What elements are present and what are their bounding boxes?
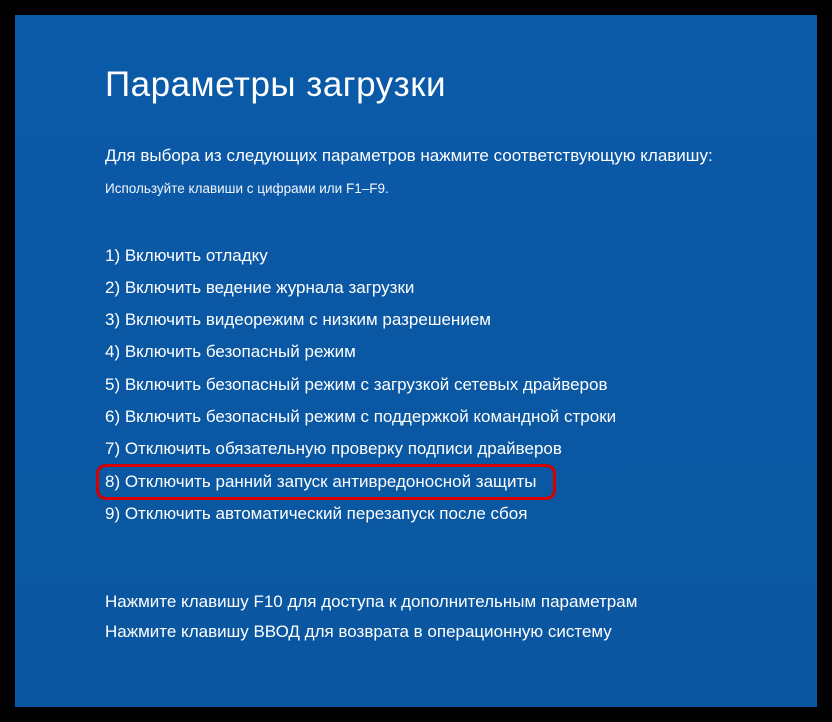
boot-option-9[interactable]: 9) Отключить автоматический перезапуск п… [105,498,727,530]
footer-line-2: Нажмите клавишу ВВОД для возврата в опер… [105,617,727,647]
footer-line-1: Нажмите клавишу F10 для доступа к дополн… [105,587,727,617]
boot-option-2[interactable]: 2) Включить ведение журнала загрузки [105,272,727,304]
subtitle-text: Для выбора из следующих параметров нажми… [105,143,727,169]
boot-option-1[interactable]: 1) Включить отладку [105,240,727,272]
boot-option-6[interactable]: 6) Включить безопасный режим с поддержко… [105,401,727,433]
boot-option-4[interactable]: 4) Включить безопасный режим [105,336,727,368]
footer-text: Нажмите клавишу F10 для доступа к дополн… [105,587,727,647]
page-title: Параметры загрузки [105,65,727,105]
hint-text: Используйте клавиши с цифрами или F1–F9. [105,181,727,196]
boot-option-5[interactable]: 5) Включить безопасный режим с загрузкой… [105,369,727,401]
boot-option-8[interactable]: 8) Отключить ранний запуск антивредоносн… [96,464,556,501]
boot-option-7[interactable]: 7) Отключить обязательную проверку подпи… [105,433,727,465]
options-list: 1) Включить отладку2) Включить ведение ж… [105,240,727,531]
boot-options-screen: Параметры загрузки Для выбора из следующ… [15,15,817,707]
boot-option-3[interactable]: 3) Включить видеорежим с низким разрешен… [105,304,727,336]
